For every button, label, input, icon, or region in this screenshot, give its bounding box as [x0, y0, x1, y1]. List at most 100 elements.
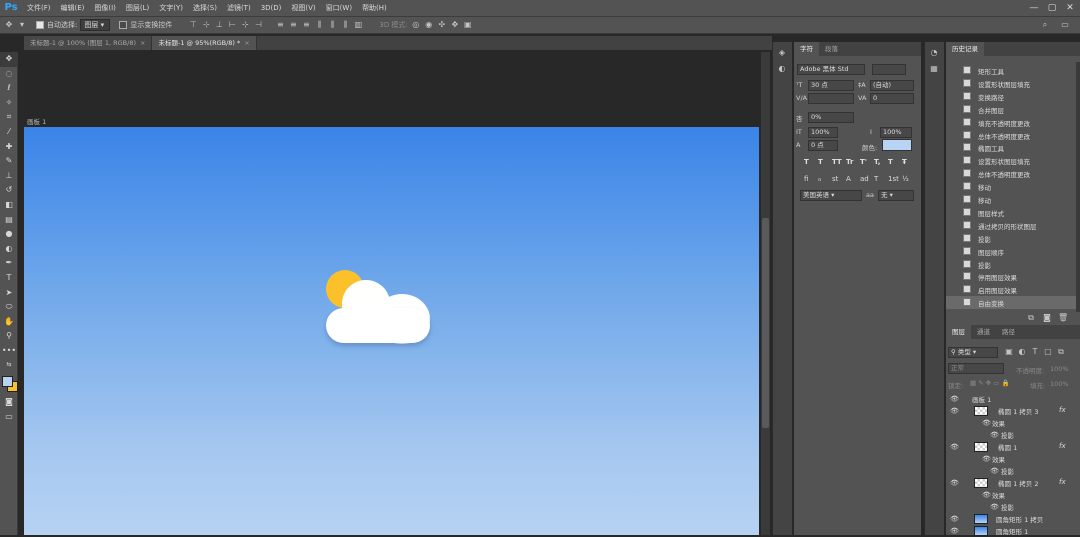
hand-tool-icon[interactable]: ✋: [0, 315, 18, 330]
pen-tool-icon[interactable]: ✒: [0, 256, 18, 271]
chevron-down-icon[interactable]: ▾: [17, 20, 27, 30]
history-item[interactable]: 设置形状图层填充: [946, 77, 1077, 90]
menu-item[interactable]: 3D(D): [256, 0, 287, 16]
horizontal-scale-field[interactable]: 100%: [880, 127, 912, 138]
vertical-scale-field[interactable]: 100%: [808, 127, 838, 138]
type-tool-icon[interactable]: T: [0, 271, 18, 286]
baseline-field[interactable]: 0 点: [808, 140, 838, 151]
healing-brush-tool-icon[interactable]: ✚: [0, 140, 18, 155]
type-style-button[interactable]: TT: [832, 158, 842, 166]
history-item[interactable]: 总体不透明度更改: [946, 129, 1077, 142]
tab-character[interactable]: 字符: [794, 42, 819, 56]
3d-scale-icon[interactable]: ▣: [463, 20, 473, 30]
layer-filter-select[interactable]: ⚲ 类型 ▾: [948, 347, 998, 358]
distribute-left-icon[interactable]: ⫼: [314, 20, 324, 30]
history-item[interactable]: 椭圆工具: [946, 141, 1077, 154]
history-item[interactable]: 停用图层效果: [946, 270, 1077, 283]
move-tool-icon[interactable]: ✥: [4, 20, 14, 30]
tab-document-2[interactable]: 未标题-1 @ 95%(RGB/8) * ×: [152, 36, 257, 50]
visibility-eye-icon[interactable]: 👁: [990, 467, 999, 475]
menu-item[interactable]: 文件(F): [22, 0, 56, 16]
opentype-button[interactable]: 1st: [888, 175, 899, 183]
opentype-button[interactable]: ℴ: [818, 175, 821, 183]
swap-colors-icon[interactable]: ⇆: [0, 358, 18, 373]
scale-field[interactable]: 0%: [808, 112, 854, 123]
smart-filter-icon[interactable]: ⧉: [1056, 347, 1066, 357]
menu-item[interactable]: 编辑(E): [56, 0, 90, 16]
menu-item[interactable]: 图像(I): [89, 0, 121, 16]
history-scrollbar[interactable]: [1076, 62, 1080, 312]
type-style-button[interactable]: T,: [874, 158, 880, 166]
tab-paragraph[interactable]: 段落: [819, 42, 844, 56]
blur-tool-icon[interactable]: ●: [0, 227, 18, 242]
layer-row[interactable]: 👁 投影: [946, 501, 1077, 513]
adjustment-filter-icon[interactable]: ◐: [1017, 347, 1027, 357]
menu-item[interactable]: 选择(S): [188, 0, 222, 16]
layer-row[interactable]: 👁 圆角矩形 1: [946, 525, 1077, 537]
auto-align-icon[interactable]: ▥: [353, 20, 363, 30]
visibility-eye-icon[interactable]: 👁: [990, 503, 999, 511]
history-item[interactable]: 自由变换: [946, 296, 1077, 310]
history-item[interactable]: 启用图层效果: [946, 283, 1077, 296]
menu-item[interactable]: 视图(V): [286, 0, 320, 16]
minimize-button[interactable]: —: [1026, 0, 1042, 16]
type-style-button[interactable]: T': [860, 158, 867, 166]
new-document-from-state-icon[interactable]: ⧉: [1026, 313, 1036, 323]
tab-document-1[interactable]: 未标题-1 @ 100% (图层 1, RGB/8) ×: [24, 36, 153, 50]
foreground-color-swatch[interactable]: [2, 376, 13, 388]
blend-mode-select[interactable]: 正常: [948, 363, 1004, 374]
language-select[interactable]: 美国英语 ▾: [800, 190, 862, 201]
font-style-select[interactable]: [872, 64, 906, 75]
layer-row[interactable]: 👁 投影: [946, 465, 1077, 477]
3d-roll-icon[interactable]: ◉: [424, 20, 434, 30]
layer-row[interactable]: 👁 椭圆 1 fx: [946, 441, 1077, 453]
lock-icons[interactable]: ▦ ✎ ✥ ▭ 🔒: [970, 379, 1010, 387]
more-tools-icon[interactable]: •••: [0, 344, 18, 359]
history-item[interactable]: 通过拷贝的形状图层: [946, 219, 1077, 232]
cloud-shape[interactable]: [326, 278, 430, 344]
eraser-tool-icon[interactable]: ◧: [0, 198, 18, 213]
distribute-vcenter-icon[interactable]: ≡: [288, 20, 298, 30]
type-filter-icon[interactable]: T: [1030, 347, 1040, 357]
path-selection-tool-icon[interactable]: ➤: [0, 286, 18, 301]
dodge-tool-icon[interactable]: ◐: [0, 242, 18, 257]
history-brush-tool-icon[interactable]: ↺: [0, 183, 18, 198]
layer-row[interactable]: 👁 投影: [946, 429, 1077, 441]
visibility-eye-icon[interactable]: 👁: [950, 527, 959, 535]
history-item[interactable]: 移动: [946, 180, 1077, 193]
eyedropper-tool-icon[interactable]: ⁄: [0, 125, 18, 140]
kerning-field[interactable]: [808, 93, 854, 104]
type-style-button[interactable]: T: [818, 158, 823, 166]
align-vcenter-icon[interactable]: ⊹: [201, 20, 211, 30]
visibility-eye-icon[interactable]: 👁: [950, 395, 959, 403]
opentype-button[interactable]: T: [874, 175, 878, 183]
type-style-button[interactable]: Ŧ: [902, 158, 907, 166]
clone-stamp-tool-icon[interactable]: ⊥: [0, 169, 18, 184]
align-top-icon[interactable]: ⊤: [188, 20, 198, 30]
swatches-icon[interactable]: ▦: [929, 64, 939, 74]
layer-row[interactable]: 👁 效果: [946, 417, 1077, 429]
type-style-button[interactable]: Tr: [846, 158, 853, 166]
quick-mask-icon[interactable]: ◙: [0, 395, 18, 410]
layer-row[interactable]: 👁 画板 1: [946, 393, 1077, 405]
align-hcenter-icon[interactable]: ⊹: [240, 20, 250, 30]
3d-pan-icon[interactable]: ✣: [437, 20, 447, 30]
distribute-bottom-icon[interactable]: ≡: [301, 20, 311, 30]
align-left-icon[interactable]: ⊢: [227, 20, 237, 30]
ellipse-tool-icon[interactable]: ⬭: [0, 300, 18, 315]
history-item[interactable]: 填充不透明度更改: [946, 116, 1077, 129]
canvas-scroll-thumb[interactable]: [762, 218, 769, 428]
visibility-eye-icon[interactable]: 👁: [990, 431, 999, 439]
3d-rotate-icon[interactable]: ◎: [411, 20, 421, 30]
history-item[interactable]: 投影: [946, 232, 1077, 245]
pixel-filter-icon[interactable]: ▣: [1004, 347, 1014, 357]
opentype-button[interactable]: fi: [804, 175, 808, 183]
gradient-tool-icon[interactable]: ▤: [0, 213, 18, 228]
auto-select-dropdown[interactable]: 图层 ▾: [80, 19, 111, 31]
font-size-field[interactable]: 30 点: [808, 80, 854, 91]
menu-item[interactable]: 图层(L): [121, 0, 154, 16]
menu-item[interactable]: 帮助(H): [357, 0, 392, 16]
antialias-select[interactable]: 无 ▾: [878, 190, 914, 201]
tab-paths[interactable]: 路径: [996, 325, 1021, 339]
tab-channels[interactable]: 通道: [971, 325, 996, 339]
